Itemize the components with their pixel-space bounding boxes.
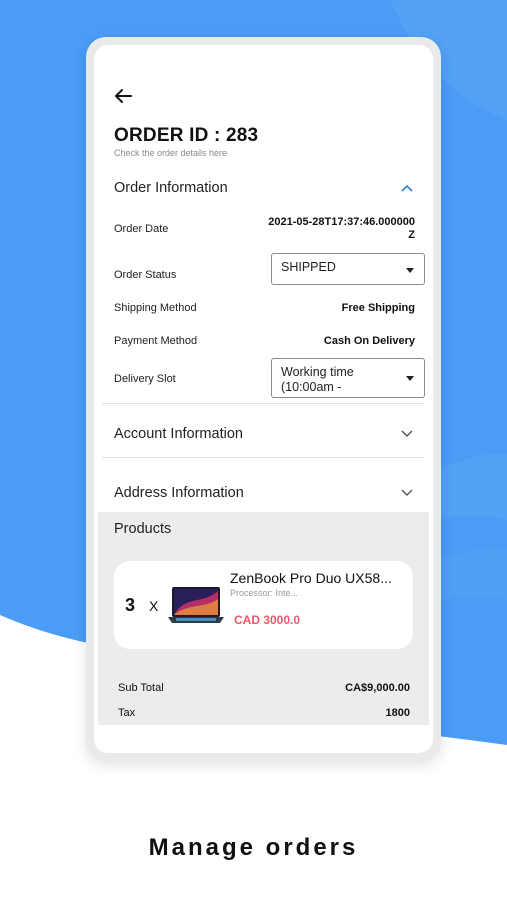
sub-total-row: Sub Total CA$9,000.00 xyxy=(118,682,410,694)
divider xyxy=(102,403,425,404)
order-subtitle: Check the order details here xyxy=(114,148,228,158)
order-information-header[interactable]: Order Information xyxy=(114,173,414,203)
arrow-left-icon xyxy=(115,89,132,103)
order-status-value: SHIPPED xyxy=(281,260,336,274)
product-quantity: 3 xyxy=(125,595,136,615)
phone-frame: ORDER ID : 283 Check the order details h… xyxy=(86,37,441,761)
back-button[interactable] xyxy=(112,85,134,107)
tax-label: Tax xyxy=(118,707,136,719)
product-price: CAD 3000.0 xyxy=(234,613,301,627)
order-information-label: Order Information xyxy=(114,180,228,196)
payment-method-label: Payment Method xyxy=(114,335,198,347)
shipping-method-row: Shipping Method Free Shipping xyxy=(114,302,415,314)
tax-value: 1800 xyxy=(385,707,410,719)
delivery-slot-label: Delivery Slot xyxy=(114,373,176,385)
divider xyxy=(102,457,425,458)
order-status-dropdown[interactable]: SHIPPED xyxy=(271,253,425,285)
product-image xyxy=(168,587,224,623)
chevron-down-icon xyxy=(400,486,414,500)
delivery-slot-dropdown[interactable]: Working time (10:00am - xyxy=(271,358,425,398)
quantity-multiplier: X xyxy=(149,598,159,614)
sub-total-value: CA$9,000.00 xyxy=(345,682,410,694)
payment-method-row: Payment Method Cash On Delivery xyxy=(114,335,415,347)
caret-down-icon xyxy=(406,376,414,381)
tax-row: Tax 1800 xyxy=(118,707,410,719)
shipping-method-label: Shipping Method xyxy=(114,302,197,314)
account-information-label: Account Information xyxy=(114,426,243,442)
address-information-label: Address Information xyxy=(114,485,244,501)
order-date-row: Order Date 2021-05-28T17:37:46.000000Z xyxy=(114,216,415,242)
delivery-slot-value: Working time (10:00am - xyxy=(281,365,354,394)
product-name: ZenBook Pro Duo UX58... xyxy=(230,570,392,586)
shipping-method-value: Free Shipping xyxy=(341,302,415,314)
order-id-title: ORDER ID : 283 xyxy=(114,125,259,146)
payment-method-value: Cash On Delivery xyxy=(323,335,415,347)
sub-total-label: Sub Total xyxy=(118,682,164,694)
order-status-label: Order Status xyxy=(114,269,177,281)
address-information-header[interactable]: Address Information xyxy=(114,478,414,508)
order-detail-screen: ORDER ID : 283 Check the order details h… xyxy=(94,45,433,753)
chevron-down-icon xyxy=(400,427,414,441)
order-date-value: 2021-05-28T17:37:46.000000Z xyxy=(268,216,415,241)
account-information-header[interactable]: Account Information xyxy=(114,419,414,449)
feature-caption: Manage orders xyxy=(148,834,359,861)
order-date-label: Order Date xyxy=(114,223,169,235)
products-section: Products 3 X ZenBook Pro Duo UX58... Pro… xyxy=(98,512,429,725)
chevron-up-icon xyxy=(400,181,414,195)
product-description: Processor: Inte... xyxy=(230,588,299,598)
product-card[interactable]: 3 X ZenBook Pro Duo UX58... Processor: I… xyxy=(114,561,413,649)
products-title: Products xyxy=(114,521,172,537)
caret-down-icon xyxy=(406,268,414,273)
